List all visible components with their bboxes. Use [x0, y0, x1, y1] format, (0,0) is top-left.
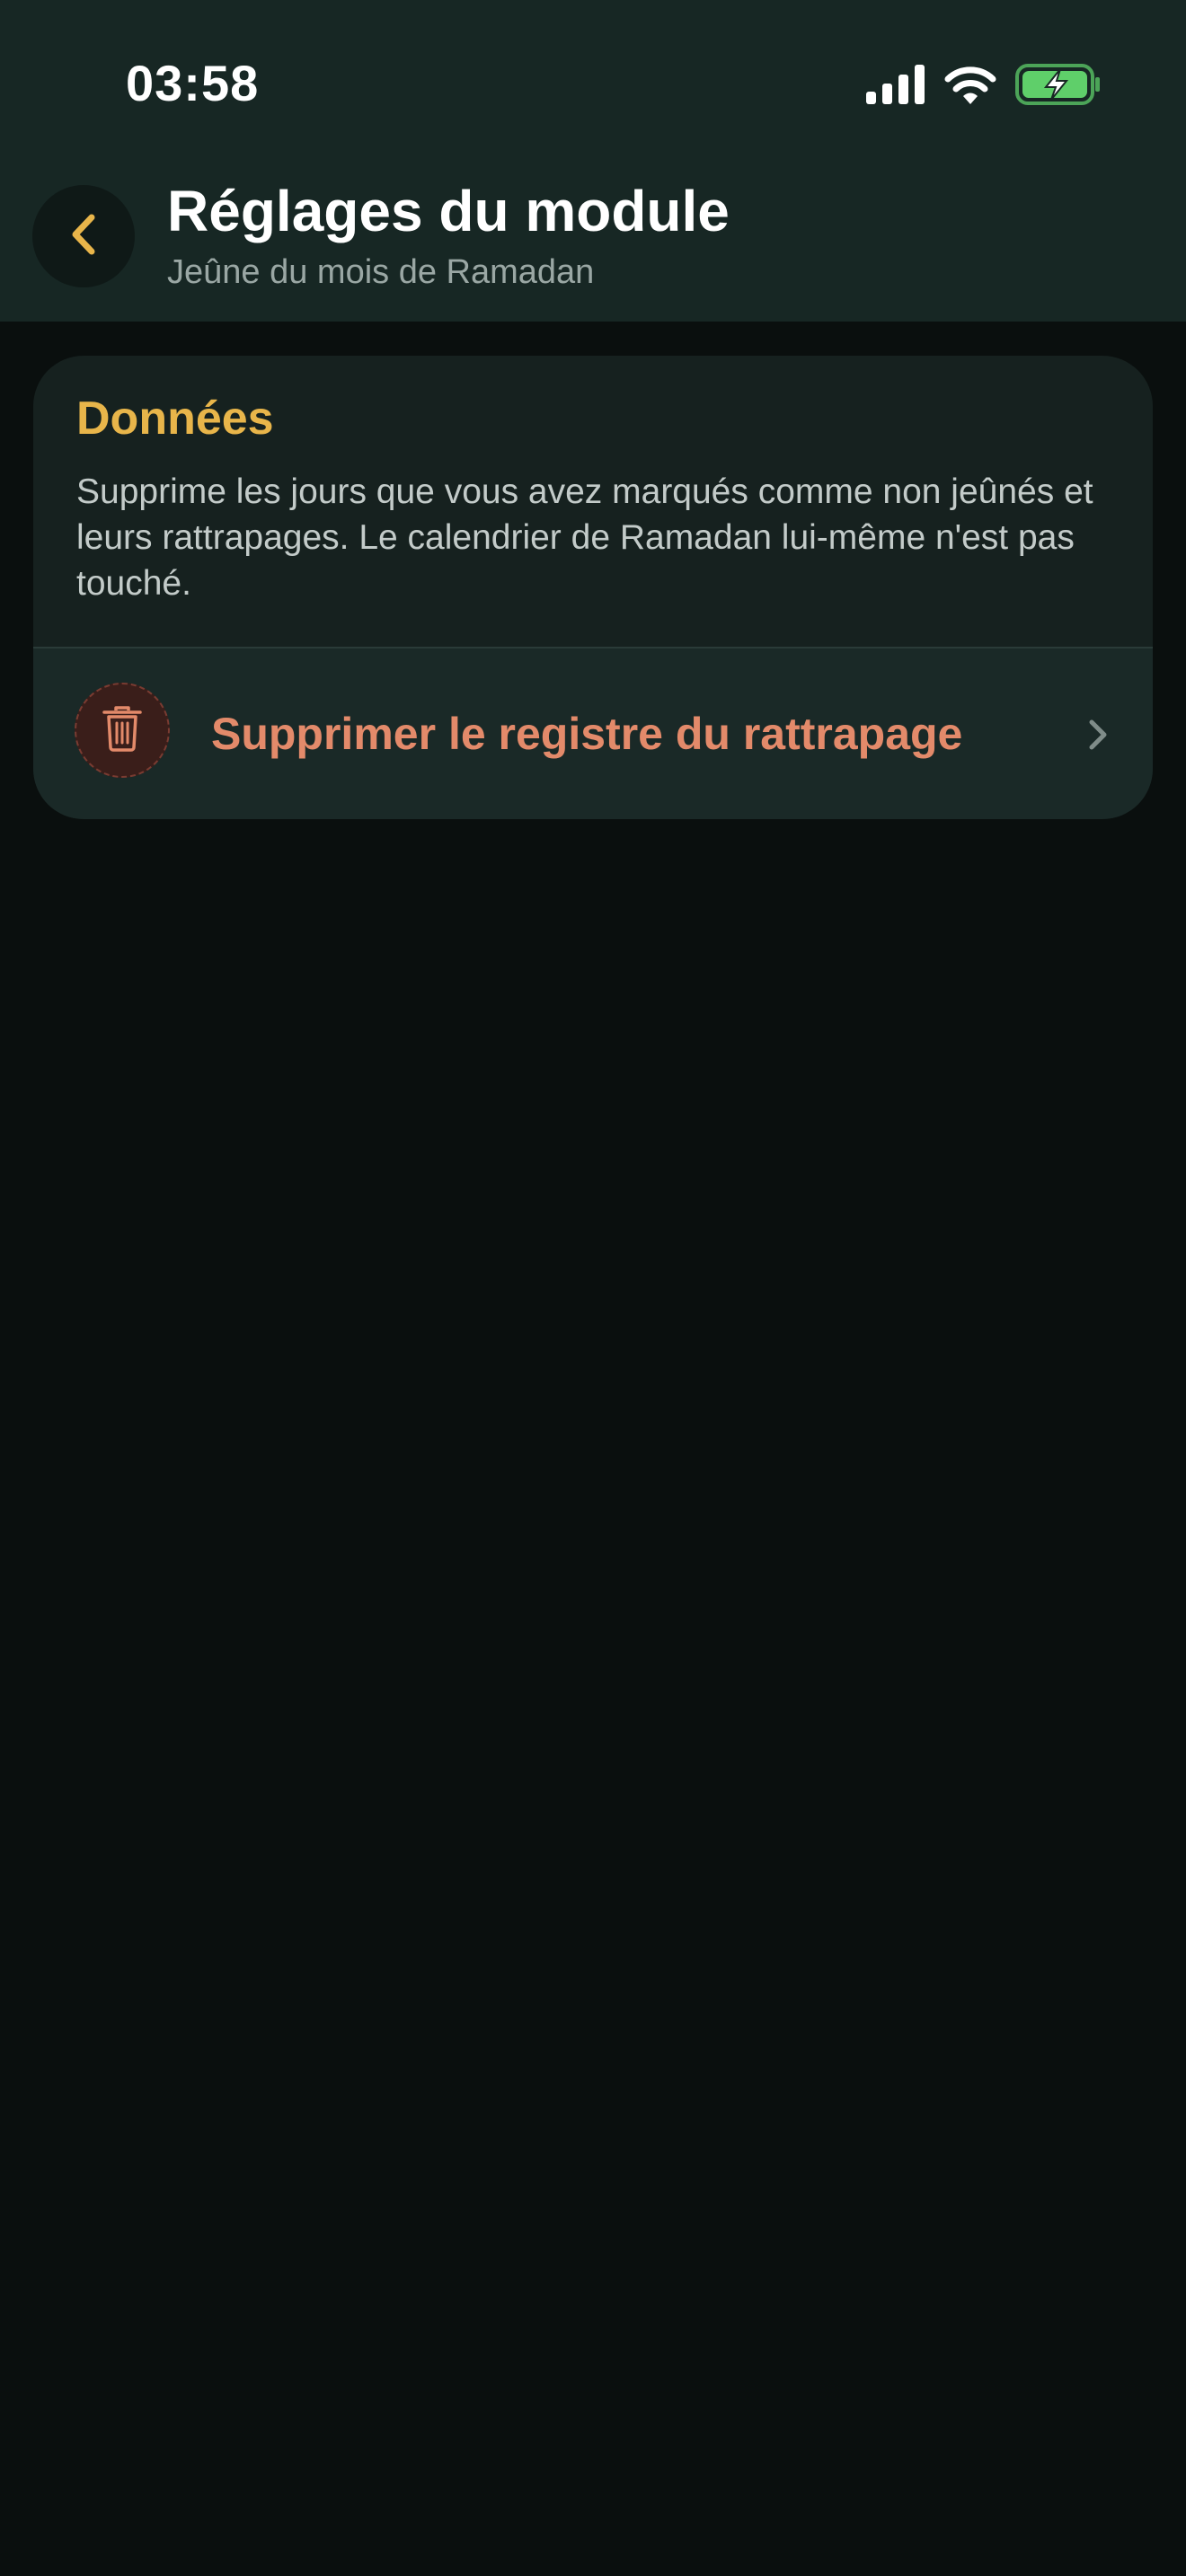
- status-icons: [866, 63, 1102, 110]
- trash-icon: [102, 705, 143, 756]
- page-subtitle: Jeûne du mois de Ramadan: [167, 253, 595, 291]
- delete-makeup-register-button[interactable]: Supprimer le registre du rattrapage: [33, 648, 1153, 819]
- page-title: Réglages du module: [167, 179, 730, 243]
- signal-icon: [866, 64, 925, 109]
- chevron-left-icon: [68, 212, 99, 261]
- battery-charging-icon: [1015, 63, 1102, 110]
- top-bar: 03:58 Réglages du module Jeûne du mois d…: [0, 0, 1186, 322]
- delete-button-label: Supprimer le registre du rattrapage: [211, 709, 963, 759]
- data-section-card: Données Supprime les jours que vous avez…: [33, 356, 1153, 819]
- wifi-icon: [943, 65, 997, 109]
- trash-badge: [75, 683, 170, 778]
- section-description: Supprime les jours que vous avez marqués…: [76, 472, 1093, 603]
- back-button[interactable]: [32, 185, 135, 287]
- chevron-right-icon: [1083, 715, 1113, 754]
- section-title: Données: [76, 393, 274, 445]
- status-time: 03:58: [126, 55, 260, 111]
